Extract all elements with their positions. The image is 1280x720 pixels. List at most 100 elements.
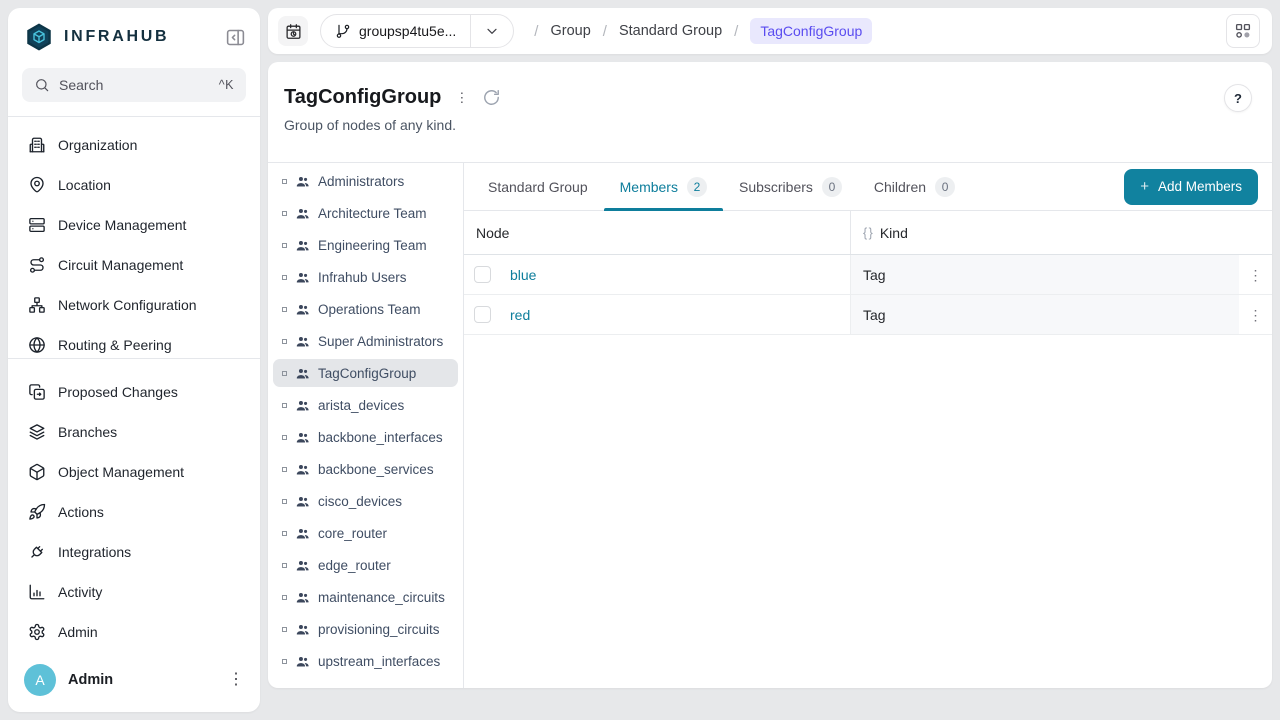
breadcrumb-separator: /: [602, 22, 607, 40]
sidebar-item-organization[interactable]: Organization: [18, 125, 250, 165]
schema-visualizer-button[interactable]: [1226, 14, 1260, 48]
breadcrumb-separator: /: [534, 22, 539, 40]
tab-standard-group[interactable]: Standard Group: [472, 163, 604, 210]
sidebar-item-object-management[interactable]: Object Management: [18, 452, 250, 492]
sidebar-item-branches[interactable]: Branches: [18, 412, 250, 452]
tab-count-badge: 0: [935, 176, 956, 197]
content-card: TagConfigGroup ⋮ Group of nodes of any k…: [268, 62, 1272, 688]
refresh-icon: [484, 90, 500, 105]
group-item-selected[interactable]: TagConfigGroup: [273, 359, 458, 387]
branch-name: groupsp4tu5e...: [359, 23, 457, 39]
row-kebab-button[interactable]: ⋮: [1249, 268, 1263, 282]
tab-members[interactable]: Members 2: [603, 163, 724, 211]
group-item[interactable]: maintenance_circuits: [273, 583, 458, 611]
group-item[interactable]: Administrators: [273, 167, 458, 195]
layers-icon: [29, 424, 45, 440]
sidebar-collapse-button[interactable]: [225, 27, 246, 48]
sidebar-nav-primary[interactable]: Organization Location Device Management …: [8, 115, 260, 359]
groups-list-panel[interactable]: Administrators Architecture Team Enginee…: [268, 163, 464, 688]
user-kebab-button[interactable]: ⋮: [228, 672, 244, 688]
breadcrumb-standard-group[interactable]: Standard Group: [619, 23, 722, 39]
search-icon: [36, 78, 49, 92]
node-link[interactable]: red: [510, 307, 530, 323]
bullet-icon: [282, 466, 287, 472]
row-kebab-button[interactable]: ⋮: [1249, 308, 1263, 322]
group-item[interactable]: upstream_interfaces: [273, 647, 458, 675]
building-icon: [29, 137, 45, 153]
avatar: A: [24, 664, 56, 696]
sidebar-item-actions[interactable]: Actions: [18, 492, 250, 532]
title-kebab-button[interactable]: ⋮: [455, 91, 468, 104]
tab-count-badge: 0: [821, 176, 842, 197]
user-menu[interactable]: A Admin ⋮: [8, 652, 260, 712]
nav-label: Network Configuration: [58, 296, 197, 313]
group-item[interactable]: backbone_services: [273, 455, 458, 483]
column-header-actions: [1239, 211, 1272, 254]
brand-name: INFRAHUB: [64, 28, 170, 45]
sidebar-header: INFRAHUB: [8, 8, 260, 60]
sidebar-item-integrations[interactable]: Integrations: [18, 532, 250, 572]
sidebar-item-routing-peering[interactable]: Routing & Peering: [18, 325, 250, 358]
group-item[interactable]: cisco_devices: [273, 487, 458, 515]
node-link[interactable]: blue: [510, 267, 536, 283]
group-item[interactable]: provisioning_circuits: [273, 615, 458, 643]
refresh-button[interactable]: [482, 88, 501, 107]
bullet-icon: [282, 210, 287, 216]
search-placeholder: Search: [59, 76, 104, 93]
nav-label: Routing & Peering: [58, 336, 172, 353]
chevron-down-icon: [471, 23, 513, 39]
sidebar-nav-secondary: Proposed Changes Branches Object Managem…: [8, 359, 260, 652]
group-item[interactable]: Engineering Team: [273, 231, 458, 259]
map-pin-icon: [30, 176, 44, 193]
nav-label: Circuit Management: [58, 256, 184, 273]
users-icon: [296, 528, 309, 538]
help-button[interactable]: ?: [1224, 84, 1252, 112]
row-checkbox[interactable]: [474, 306, 491, 323]
kind-cell: Tag: [850, 255, 1239, 294]
workflow-icon: [1235, 23, 1251, 38]
group-item[interactable]: Operations Team: [273, 295, 458, 323]
detail-panel: Standard Group Members 2 Subscribers 0 C…: [464, 163, 1272, 688]
breadcrumb-current[interactable]: TagConfigGroup: [750, 18, 873, 44]
sidebar-item-admin[interactable]: Admin: [18, 612, 250, 652]
sidebar-item-network-configuration[interactable]: Network Configuration: [18, 285, 250, 325]
tab-count-badge: 2: [686, 176, 707, 197]
tab-subscribers[interactable]: Subscribers 0: [723, 163, 858, 210]
users-icon: [296, 176, 309, 186]
group-item[interactable]: core_router: [273, 519, 458, 547]
bullet-icon: [282, 402, 287, 408]
plug-icon: [31, 546, 43, 558]
group-item[interactable]: edge_router: [273, 551, 458, 579]
branch-selector[interactable]: groupsp4tu5e...: [320, 14, 515, 48]
date-picker-button[interactable]: [278, 16, 308, 46]
breadcrumb-separator: /: [734, 22, 739, 40]
git-branch-icon: [336, 24, 350, 38]
sidebar-item-location[interactable]: Location: [18, 165, 250, 205]
group-item[interactable]: Architecture Team: [273, 199, 458, 227]
group-item[interactable]: Super Administrators: [273, 327, 458, 355]
group-item[interactable]: arista_devices: [273, 391, 458, 419]
tab-children[interactable]: Children 0: [858, 163, 971, 210]
users-icon: [296, 304, 309, 314]
nav-label: Device Management: [58, 216, 187, 233]
users-icon: [296, 208, 309, 218]
users-icon: [296, 592, 309, 602]
tab-label: Members: [619, 178, 678, 195]
group-item[interactable]: Infrahub Users: [273, 263, 458, 291]
page-title: TagConfigGroup: [284, 86, 442, 108]
search-input[interactable]: Search ^K: [22, 68, 246, 102]
breadcrumb-group[interactable]: Group: [550, 23, 590, 39]
add-members-button[interactable]: + Add Members: [1124, 168, 1258, 205]
sidebar-item-device-management[interactable]: Device Management: [18, 205, 250, 245]
sidebar-item-circuit-management[interactable]: Circuit Management: [18, 245, 250, 285]
row-checkbox[interactable]: [474, 266, 491, 283]
main-area: groupsp4tu5e... / Group / Standard Group…: [268, 8, 1272, 712]
sidebar-item-proposed-changes[interactable]: Proposed Changes: [18, 372, 250, 412]
nav-label: Organization: [58, 136, 138, 153]
server-icon: [29, 217, 45, 232]
bullet-icon: [282, 306, 287, 312]
sidebar-item-activity[interactable]: Activity: [18, 572, 250, 612]
group-item[interactable]: backbone_interfaces: [273, 423, 458, 451]
users-icon: [296, 560, 309, 570]
tab-label: Children: [873, 178, 927, 195]
